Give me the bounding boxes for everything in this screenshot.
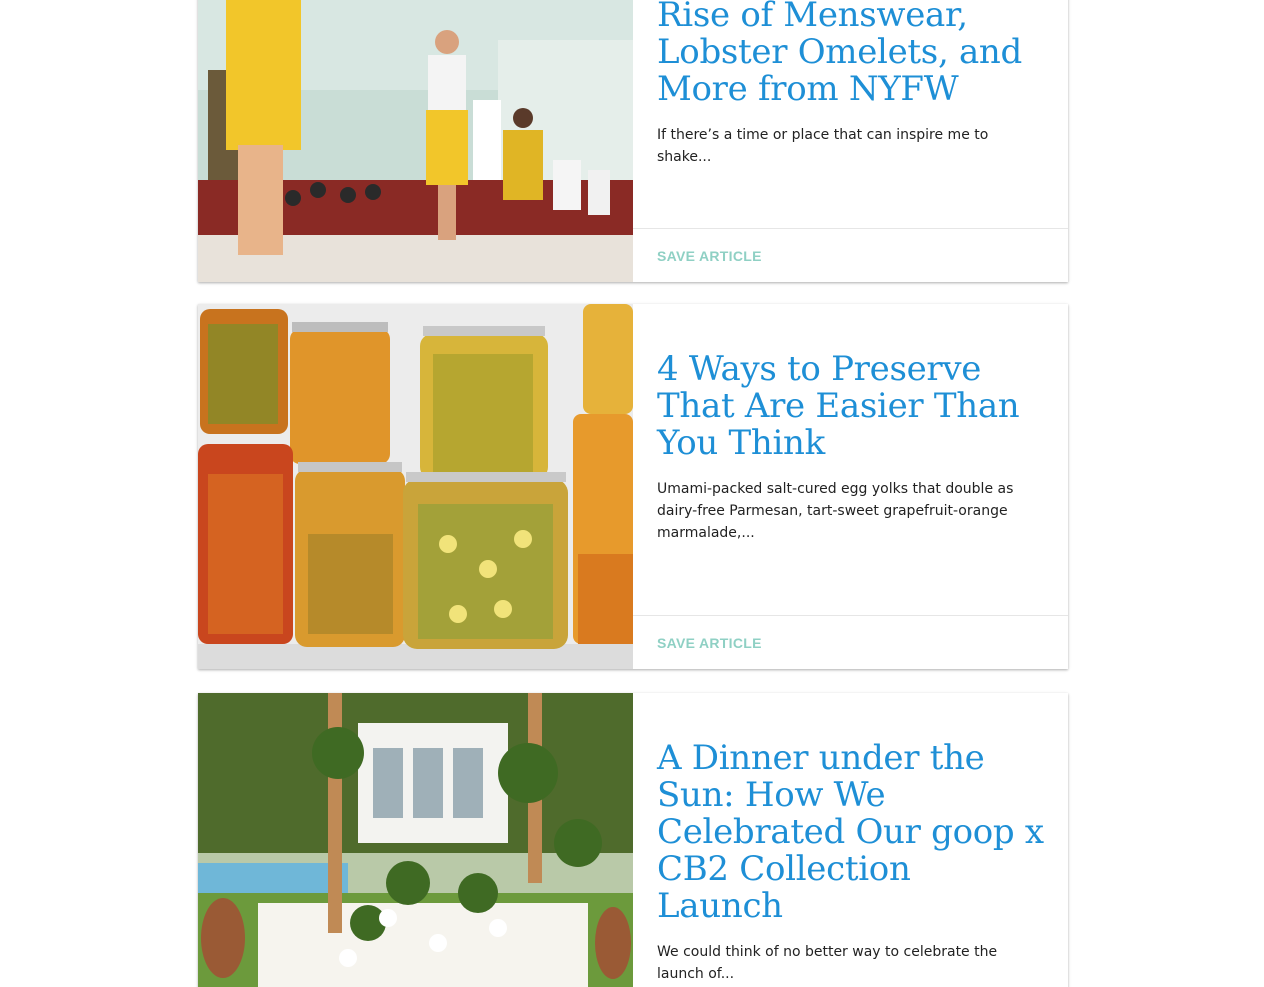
save-article-button[interactable]: SAVE ARTICLE (657, 248, 762, 264)
article-excerpt: If there’s a time or place that can insp… (657, 127, 989, 165)
article-actions: SAVE ARTICLE (633, 228, 1068, 282)
article-image-garden-dinner[interactable] (198, 693, 633, 987)
article-excerpt: Umami-packed salt-cured egg yolks that d… (657, 481, 1014, 541)
article-card: 4 Ways to Preserve That Are Easier Than … (198, 304, 1068, 669)
article-card: Rise of Menswear, Lobster Omelets, and M… (198, 0, 1068, 282)
article-title[interactable]: A Dinner under the Sun: How We Celebrate… (657, 740, 1044, 925)
article-card: A Dinner under the Sun: How We Celebrate… (198, 693, 1068, 987)
article-excerpt: We could think of no better way to celeb… (657, 944, 998, 982)
save-article-button[interactable]: SAVE ARTICLE (657, 635, 762, 651)
article-image-runway[interactable] (198, 0, 633, 282)
article-title[interactable]: Rise of Menswear, Lobster Omelets, and M… (657, 0, 1044, 108)
article-body: 4 Ways to Preserve That Are Easier Than … (633, 304, 1068, 669)
article-body: A Dinner under the Sun: How We Celebrate… (633, 693, 1068, 987)
article-actions: SAVE ARTICLE (633, 615, 1068, 669)
article-title[interactable]: 4 Ways to Preserve That Are Easier Than … (657, 351, 1044, 462)
article-image-jars[interactable] (198, 304, 633, 669)
article-body: Rise of Menswear, Lobster Omelets, and M… (633, 0, 1068, 282)
